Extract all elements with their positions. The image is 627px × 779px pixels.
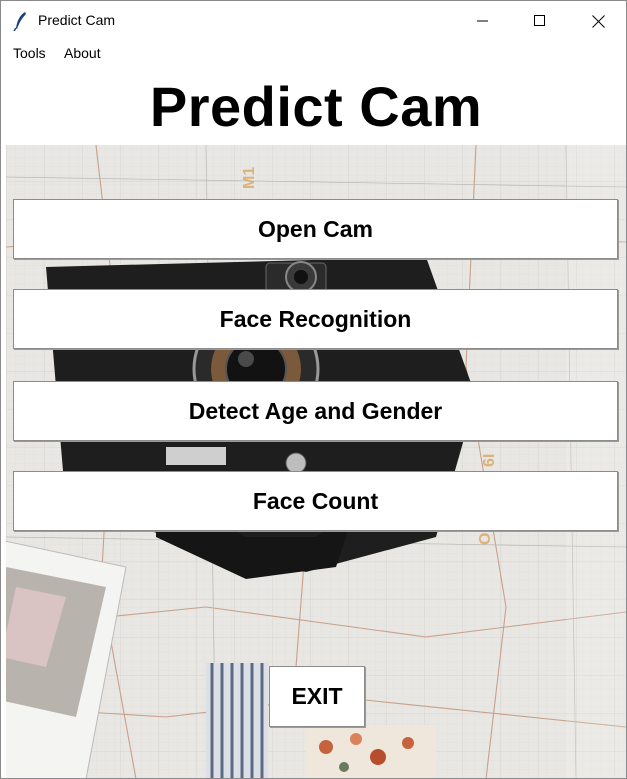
header-panel: Predict Cam xyxy=(6,67,626,145)
close-icon xyxy=(591,14,605,28)
title-bar[interactable]: Predict Cam xyxy=(1,1,626,41)
maximize-button[interactable] xyxy=(517,1,563,41)
face-count-button[interactable]: Face Count xyxy=(13,471,618,531)
open-cam-button[interactable]: Open Cam xyxy=(13,199,618,259)
app-window: Predict Cam Tools About M1 O 6I Predict … xyxy=(0,0,627,779)
maximize-icon xyxy=(534,15,545,26)
svg-text:O: O xyxy=(477,533,494,545)
page-title: Predict Cam xyxy=(149,74,483,138)
svg-text:6I: 6I xyxy=(481,454,498,467)
main-panel: M1 O 6I K xyxy=(6,67,626,778)
feather-icon xyxy=(13,11,29,32)
window-title: Predict Cam xyxy=(38,12,116,28)
detect-age-gender-button[interactable]: Detect Age and Gender xyxy=(13,381,618,441)
menu-bar: Tools About xyxy=(1,41,626,65)
face-recognition-button[interactable]: Face Recognition xyxy=(13,289,618,349)
close-button[interactable] xyxy=(575,1,621,41)
menu-about[interactable]: About xyxy=(62,44,103,62)
exit-button[interactable]: EXIT xyxy=(269,666,365,727)
minimize-button[interactable] xyxy=(460,1,506,41)
svg-text:M1: M1 xyxy=(241,167,258,189)
minimize-icon xyxy=(477,20,488,22)
menu-tools[interactable]: Tools xyxy=(11,44,48,62)
